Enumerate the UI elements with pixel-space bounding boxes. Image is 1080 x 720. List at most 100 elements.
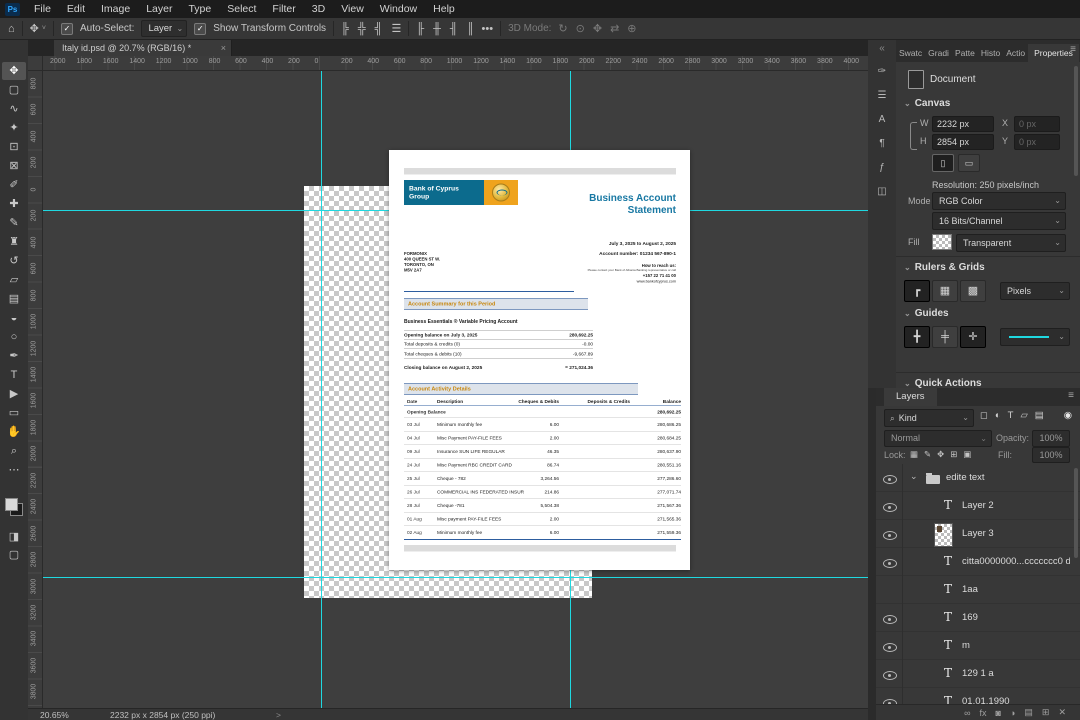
lock-artboard-icon[interactable]: ⊞	[950, 449, 957, 460]
units-dropdown[interactable]: Pixels ⌄	[1000, 282, 1070, 300]
frame-tool[interactable]: ⊠	[2, 157, 26, 175]
filter-toggle-icon[interactable]: ◉	[1064, 410, 1072, 421]
character-panel-icon[interactable]: A	[868, 114, 896, 125]
portrait-orientation-icon[interactable]: ▯	[932, 154, 954, 172]
landscape-orientation-icon[interactable]: ▭	[958, 154, 980, 172]
chevron-down-icon[interactable]: ⌄	[910, 471, 918, 482]
show-transform-checkbox[interactable]: ✓	[194, 22, 207, 35]
guide-style-dropdown[interactable]: ⌄	[1000, 328, 1070, 346]
home-icon[interactable]: ⌂	[8, 18, 15, 40]
tab-layers[interactable]: Layers	[884, 388, 937, 406]
filter-shape-layers-icon[interactable]: ▱	[1020, 410, 1027, 421]
height-field[interactable]: 2854 px	[932, 134, 994, 150]
status-chevron-icon[interactable]: >	[276, 710, 281, 720]
visibility-eye-icon[interactable]	[883, 671, 897, 680]
guides-toggle-icon[interactable]: ╋	[904, 326, 930, 348]
filter-pixel-layers-icon[interactable]: ◻	[980, 410, 988, 421]
edit-toolbar-icon[interactable]: ⋯	[2, 461, 26, 479]
menu-edit[interactable]: Edit	[59, 0, 93, 18]
zoom-tool[interactable]: ⌕	[2, 442, 26, 460]
brush-tool[interactable]: ✎	[2, 214, 26, 232]
canvas-section-header[interactable]: ⌄ Canvas	[904, 98, 950, 109]
grid-toggle-icon[interactable]: ▦	[932, 280, 958, 302]
horizontal-ruler[interactable]: 2000 1800 1600 1400 1200 1000 800 600 400 200 0 200…	[28, 56, 868, 71]
clone-stamp-tool[interactable]: ♜	[2, 233, 26, 251]
menu-3d[interactable]: 3D	[304, 0, 333, 18]
new-layer-icon[interactable]: ⊞	[1042, 707, 1050, 718]
gradient-tool[interactable]: ▤	[2, 290, 26, 308]
color-mode-dropdown[interactable]: RGB Color ⌄	[932, 192, 1066, 210]
layer-row[interactable]: Tcitta0000000...ccccccc0 d	[876, 548, 1080, 576]
lasso-tool[interactable]: ∿	[2, 100, 26, 118]
menu-type[interactable]: Type	[180, 0, 219, 18]
width-field[interactable]: 2232 px	[932, 116, 994, 132]
visibility-eye-icon[interactable]	[883, 475, 897, 484]
pen-tool[interactable]: ✒	[2, 347, 26, 365]
guide-horizontal-bottom[interactable]	[42, 577, 868, 578]
layer-row[interactable]: Layer 3	[876, 520, 1080, 548]
link-dimensions-icon[interactable]	[910, 122, 917, 150]
close-icon[interactable]: ×	[221, 40, 226, 56]
layer-row[interactable]: T 1aa	[876, 576, 1080, 604]
foreground-background-swatches[interactable]	[5, 498, 23, 516]
filter-type-layers-icon[interactable]: T	[1008, 410, 1014, 421]
panel-tab-patte[interactable]: Patte	[952, 44, 978, 62]
pixel-grid-toggle-icon[interactable]: ▩	[960, 280, 986, 302]
menu-file[interactable]: File	[26, 0, 59, 18]
menu-filter[interactable]: Filter	[264, 0, 303, 18]
layer-group-icon[interactable]: ▤	[1024, 707, 1033, 718]
filter-smart-objects-icon[interactable]: ▤	[1035, 410, 1044, 421]
fill-dropdown[interactable]: Transparent ⌄	[956, 234, 1066, 252]
link-layers-icon[interactable]: ∞	[964, 708, 970, 718]
glyphs-panel-icon[interactable]: ƒ	[868, 162, 896, 173]
guides-section-header[interactable]: ⌄ Guides	[904, 308, 949, 319]
blur-tool[interactable]: ◒	[2, 309, 26, 327]
document-tab[interactable]: Italy id.psd @ 20.7% (RGB/16) * ×	[54, 40, 232, 56]
visibility-eye-icon[interactable]	[883, 503, 897, 512]
panel-tab-swatc[interactable]: Swatc	[896, 44, 925, 62]
more-options-icon[interactable]: •••	[482, 18, 494, 40]
layer-row[interactable]: Tm	[876, 632, 1080, 660]
layer-row[interactable]: T Layer 2	[876, 492, 1080, 520]
filter-adjustment-layers-icon[interactable]: ◐	[995, 410, 1001, 421]
hand-tool[interactable]: ✋	[2, 423, 26, 441]
adjustment-layer-icon[interactable]: ◑	[1010, 708, 1015, 718]
clear-guides-icon[interactable]: ✛	[960, 326, 986, 348]
menu-image[interactable]: Image	[93, 0, 138, 18]
auto-select-checkbox[interactable]: ✓	[60, 22, 73, 35]
brush-settings-panel-icon[interactable]: ✑	[868, 66, 896, 77]
collapse-dock-icon[interactable]: «	[868, 43, 896, 54]
lock-transparency-icon[interactable]: ▦	[910, 449, 918, 460]
distribute-left-edges-icon[interactable]: ╟	[416, 18, 424, 40]
auto-select-target-dropdown[interactable]: Layer ⌄	[141, 20, 188, 37]
bit-depth-dropdown[interactable]: 16 Bits/Channel ⌄	[932, 212, 1066, 230]
panel-tab-histo[interactable]: Histo	[978, 44, 1003, 62]
dodge-tool[interactable]: ○	[2, 328, 26, 346]
zoom-level[interactable]: 20.65%	[40, 710, 69, 720]
quick-mask-icon[interactable]: ◨	[2, 528, 26, 546]
distribute-horizontal-centers-icon[interactable]: ╫	[433, 18, 441, 40]
properties-scrollbar[interactable]	[1074, 66, 1078, 176]
adjustments-panel-icon[interactable]: ☰	[868, 90, 896, 101]
visibility-eye-icon[interactable]	[883, 559, 897, 568]
delete-layer-icon[interactable]: ✕	[1058, 707, 1066, 718]
panel-tab-gradi[interactable]: Gradi	[925, 44, 952, 62]
visibility-eye-icon[interactable]	[883, 615, 897, 624]
path-selection-tool[interactable]: ▶	[2, 385, 26, 403]
panel-menu-icon[interactable]: ≡	[1070, 44, 1076, 55]
canvas[interactable]: Bank of Cyprus Group Business Account St…	[42, 70, 868, 708]
crop-tool[interactable]: ⊡	[2, 138, 26, 156]
rulers-grids-section-header[interactable]: ⌄ Rulers & Grids	[904, 262, 985, 273]
move-tool[interactable]: ✥	[2, 62, 26, 80]
vertical-ruler[interactable]: 800 600 400 200 0 200 400 600 800 1000 1200 1400 160…	[28, 70, 43, 708]
smart-guides-toggle-icon[interactable]: ╪	[932, 326, 958, 348]
layer-thumbnail[interactable]	[934, 523, 953, 547]
history-brush-tool[interactable]: ↺	[2, 252, 26, 270]
eyedropper-tool[interactable]: ✐	[2, 176, 26, 194]
align-horizontal-centers-icon[interactable]: ╬	[358, 18, 366, 40]
menu-window[interactable]: Window	[372, 0, 425, 18]
visibility-eye-icon[interactable]	[883, 643, 897, 652]
panel-menu-icon[interactable]: ≡	[1068, 390, 1074, 401]
layer-filter-dropdown[interactable]: ⌕ Kind ⌄	[884, 409, 974, 427]
menu-layer[interactable]: Layer	[138, 0, 180, 18]
